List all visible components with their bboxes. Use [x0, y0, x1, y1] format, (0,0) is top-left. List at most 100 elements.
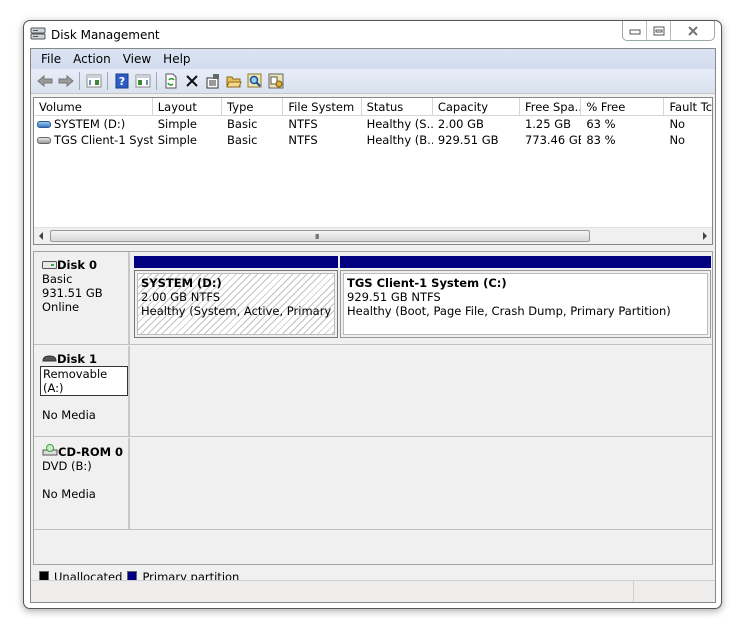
partition-system-d[interactable]: SYSTEM (D:) 2.00 GB NTFS Healthy (System… — [134, 256, 338, 338]
volume-gray-icon — [37, 137, 51, 144]
file-system-cell: NTFS — [288, 133, 318, 147]
partition-title: SYSTEM (D:) — [141, 276, 222, 290]
scroll-left-arrow-icon[interactable] — [39, 232, 43, 240]
cdrom-icon — [42, 444, 58, 456]
console-tree-icon — [86, 74, 101, 88]
disk-size: 931.51 GB — [42, 286, 103, 300]
delete-x-icon — [185, 75, 198, 87]
fault-tolerance-cell: No — [669, 133, 686, 147]
disk-label-disk-1[interactable]: Disk 1 Removable (A:) No Media — [34, 346, 130, 436]
client-area: File Action View Help ? Volume Layout Ty… — [30, 48, 716, 603]
graphical-disk-view: Disk 0 Basic 931.51 GB Online SYSTEM (D:… — [33, 251, 713, 565]
help-button[interactable]: ? — [111, 71, 132, 91]
volume-row[interactable]: TGS Client-1 Syste... Simple Basic NTFS … — [34, 132, 712, 148]
menu-view[interactable]: View — [117, 49, 157, 69]
column-header-status[interactable]: Status — [362, 98, 433, 115]
properties-button[interactable] — [202, 71, 223, 91]
capacity-cell: 929.51 GB — [437, 133, 499, 147]
disk-status: Online — [42, 300, 80, 314]
disk-partitions-area: SYSTEM (D:) 2.00 GB NTFS Healthy (System… — [132, 252, 712, 344]
status-bar — [31, 580, 715, 602]
settings-button[interactable] — [265, 71, 286, 91]
title-bar[interactable]: Disk Management — [24, 21, 721, 48]
status-cell: Healthy (B... — [366, 133, 433, 147]
delete-button[interactable] — [181, 71, 202, 91]
disk-type: Basic — [42, 272, 73, 286]
percent-free-cell: 63 % — [586, 117, 616, 131]
forward-button[interactable] — [55, 71, 76, 91]
action-pane-icon — [135, 74, 150, 88]
show-hide-action-pane-button[interactable] — [132, 71, 153, 91]
magnifier-icon — [247, 73, 261, 88]
volume-blue-icon — [37, 121, 51, 128]
menu-bar: File Action View Help — [31, 49, 715, 69]
disk-name: Disk 1 — [57, 352, 97, 366]
toolbar-separator — [79, 72, 80, 90]
partition-type-bar — [340, 256, 711, 268]
disk-status: No Media — [42, 487, 96, 501]
horizontal-scrollbar[interactable]: III — [34, 227, 712, 244]
partition-title: TGS Client-1 System (C:) — [347, 276, 507, 290]
volume-cell: SYSTEM (D:) — [34, 116, 153, 132]
partition-size: 929.51 GB NTFS — [347, 290, 441, 304]
disk-management-window: Disk Management File Action View Help ? … — [23, 20, 722, 609]
free-space-cell: 773.46 GB — [524, 133, 582, 147]
column-header-volume[interactable]: Volume — [34, 98, 153, 115]
volume-name: SYSTEM (D:) — [54, 117, 126, 131]
disk-label-cdrom-0[interactable]: CD-ROM 0 DVD (B:) No Media — [34, 438, 130, 529]
show-hide-console-tree-button[interactable] — [83, 71, 104, 91]
open-button[interactable] — [223, 71, 244, 91]
minimize-button[interactable] — [623, 21, 647, 40]
caption-buttons — [622, 21, 715, 41]
partition-tgs-client-c[interactable]: TGS Client-1 System (C:) 929.51 GB NTFS … — [340, 256, 711, 338]
close-button[interactable] — [671, 21, 714, 40]
column-header-type[interactable]: Type — [222, 98, 284, 115]
svg-text:?: ? — [118, 75, 124, 88]
refresh-button[interactable] — [160, 71, 181, 91]
close-icon — [687, 25, 698, 36]
menu-file[interactable]: File — [35, 49, 67, 69]
minimize-icon — [629, 29, 640, 34]
free-space-cell: 1.25 GB — [524, 117, 571, 131]
toolbar-separator — [156, 72, 157, 90]
refresh-icon — [165, 73, 176, 89]
menu-action[interactable]: Action — [67, 49, 117, 69]
disk-settings-icon — [268, 73, 283, 89]
scroll-right-arrow-icon[interactable] — [703, 232, 707, 240]
layout-cell: Simple — [157, 117, 197, 131]
partition-size: 2.00 GB NTFS — [141, 290, 221, 304]
toolbar: ? — [31, 69, 715, 94]
back-button[interactable] — [34, 71, 55, 91]
back-arrow-icon — [36, 75, 52, 87]
column-header-free-space[interactable]: Free Spa... — [520, 98, 582, 115]
explore-button[interactable] — [244, 71, 265, 91]
column-header-file-system[interactable]: File System — [283, 98, 362, 115]
removable-disk-icon — [42, 355, 57, 362]
volume-cell: TGS Client-1 Syste... — [34, 132, 153, 148]
column-header-layout[interactable]: Layout — [153, 98, 223, 115]
disk-row-disk-1: Disk 1 Removable (A:) No Media — [34, 346, 712, 437]
type-cell: Basic — [227, 117, 258, 131]
scrollbar-grip: III — [315, 233, 319, 241]
status-bar-pane — [633, 581, 715, 602]
volume-name: TGS Client-1 Syste... — [54, 133, 153, 147]
volume-row[interactable]: SYSTEM (D:) Simple Basic NTFS Healthy (S… — [34, 116, 712, 132]
disk-row-cdrom-0: CD-ROM 0 DVD (B:) No Media — [34, 438, 712, 530]
window-title: Disk Management — [51, 28, 160, 42]
maximize-button[interactable] — [647, 21, 671, 40]
toolbar-separator — [107, 72, 108, 90]
partition-status: Healthy (System, Active, Primary Partiti… — [141, 304, 334, 318]
disk-row-disk-0: Disk 0 Basic 931.51 GB Online SYSTEM (D:… — [34, 252, 712, 345]
forward-arrow-icon — [58, 75, 74, 87]
disk-status: No Media — [42, 408, 96, 422]
type-cell: Basic — [227, 133, 258, 147]
column-header-percent-free[interactable]: % Free — [581, 98, 665, 115]
column-header-capacity[interactable]: Capacity — [433, 98, 520, 115]
menu-help[interactable]: Help — [157, 49, 196, 69]
file-system-cell: NTFS — [288, 117, 318, 131]
partition-type-bar — [134, 256, 338, 268]
column-header-fault-tolerance[interactable]: Fault Tc — [664, 98, 712, 115]
scrollbar-thumb[interactable]: III — [50, 230, 590, 242]
disk-empty-area — [132, 346, 712, 436]
disk-label-disk-0[interactable]: Disk 0 Basic 931.51 GB Online — [34, 252, 130, 344]
